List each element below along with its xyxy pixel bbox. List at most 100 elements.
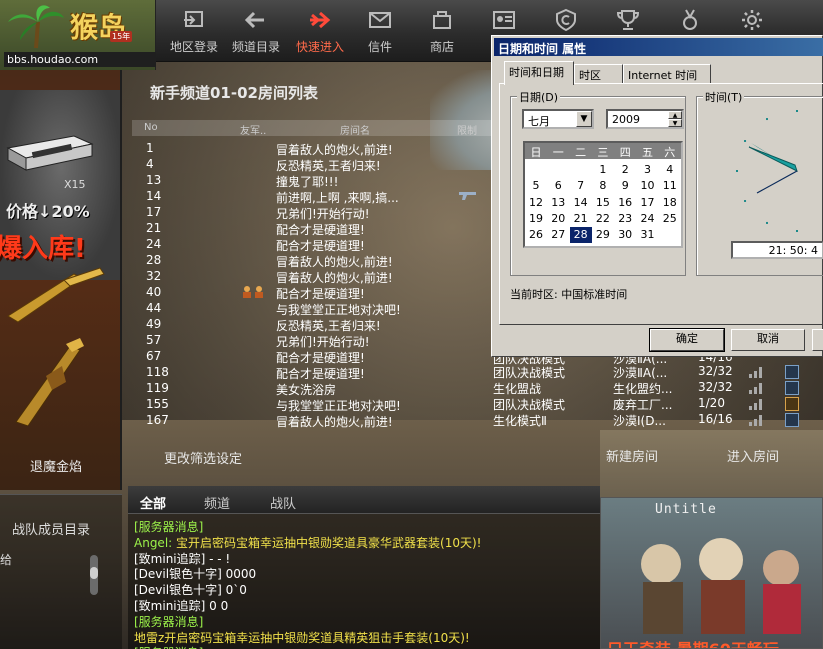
calendar-day[interactable]: 26 <box>525 227 547 243</box>
calendar-day[interactable]: 22 <box>592 211 614 227</box>
col-header-no[interactable]: No <box>144 122 158 133</box>
right-promo-banner[interactable]: Untitle 只王奇装 暑期60天畅玩 <box>600 497 823 649</box>
chat-speaker[interactable]: Angel: <box>134 536 172 550</box>
calendar-day[interactable]: 14 <box>570 195 592 211</box>
calendar-day[interactable]: 10 <box>637 178 659 194</box>
calendar-day[interactable]: 23 <box>614 211 636 227</box>
dialog-tab[interactable]: 时区 <box>574 64 623 84</box>
calendar-day[interactable]: 17 <box>637 195 659 211</box>
new-room-button[interactable]: 新建房间 <box>606 446 658 465</box>
weekday-label: 日 <box>530 146 542 159</box>
toolbar-login-button[interactable]: 地区登录 <box>164 6 224 56</box>
room-row[interactable]: 119 美女洗浴房 <box>132 380 500 397</box>
room-row[interactable]: 118 配合才是硬道理! <box>132 364 500 381</box>
year-spin-buttons[interactable]: ▲ ▼ <box>668 111 682 127</box>
spin-up-icon[interactable]: ▲ <box>668 111 682 119</box>
room-row[interactable]: 21 配合才是硬道理! <box>132 220 500 237</box>
team-scrollbar[interactable] <box>88 555 100 595</box>
calendar-day[interactable]: 3 <box>637 162 659 178</box>
calendar-day[interactable]: 8 <box>592 178 614 194</box>
spin-down-icon[interactable]: ▼ <box>668 119 682 127</box>
room-row[interactable]: 13 撞鬼了耶!!! <box>132 172 500 189</box>
toolbar-mail-button[interactable]: 信件 <box>350 6 410 56</box>
time-input[interactable]: 21: 50: 4 <box>731 241 823 259</box>
calendar-day[interactable]: 25 <box>659 211 681 227</box>
month-select[interactable]: 七月 ▼ <box>522 109 594 129</box>
toolbar-label: 快速进入 <box>295 40 344 54</box>
room-row[interactable]: 4 反恐精英,王者归来! <box>132 156 500 173</box>
room-row[interactable]: 40 配合才是硬道理! <box>132 284 500 301</box>
room-row[interactable]: 14 前进啊,上啊 ,来啊,搞... <box>132 188 500 205</box>
calendar-day[interactable]: 7 <box>570 178 592 194</box>
dialog-tab[interactable]: 时间和日期 <box>504 61 574 85</box>
clock-tick <box>766 118 768 121</box>
toolbar-shop-button[interactable]: 商店 <box>412 6 472 56</box>
room-row[interactable]: 57 兄弟们!开始行动! <box>132 332 500 349</box>
calendar-day[interactable]: 27 <box>547 227 569 243</box>
left-promo-panel[interactable]: X15 价格↓20% 爆入库! 退魔金焰 <box>0 70 122 490</box>
calendar-day[interactable]: 16 <box>614 195 636 211</box>
calendar-day[interactable]: 29 <box>592 227 614 243</box>
calendar-grid[interactable]: 日一二三四五六 1 2 3 4 5 6 7 8 9 10 11 12 13 14 15 16 17 18 19 20 2… <box>523 141 683 248</box>
calendar-day-selected[interactable]: 28 <box>569 227 592 244</box>
calendar-day[interactable]: 2 <box>614 162 636 178</box>
chat-log: [服务器消息] Angel: 宝开启密码宝箱幸运抽中银勋奖道具豪华武器套装(10天… <box>134 520 596 649</box>
room-row[interactable]: 155 与我堂堂正正地对决吧! <box>132 396 500 413</box>
calendar-day[interactable]: 20 <box>547 211 569 227</box>
col-header-name[interactable]: 房间名 <box>340 122 370 137</box>
ok-button[interactable]: 确定 <box>649 328 725 352</box>
clock-tick <box>796 230 798 232</box>
calendar-day[interactable]: 6 <box>547 178 569 194</box>
year-spinner[interactable]: 2009 ▲ ▼ <box>606 109 684 129</box>
calendar-day[interactable]: 31 <box>637 227 659 243</box>
calendar-day[interactable]: 1 <box>592 162 614 178</box>
calendar-day[interactable]: 13 <box>547 195 569 211</box>
calendar-day[interactable]: 5 <box>525 178 547 194</box>
col-header-friend[interactable]: 友军.. <box>240 122 266 137</box>
cancel-button[interactable]: 取消 <box>731 329 805 351</box>
toolbar-fast-forward-button[interactable]: 快速进入 <box>290 6 350 56</box>
calendar-day[interactable]: 19 <box>525 211 547 227</box>
calendar-day[interactable]: 9 <box>614 178 636 194</box>
calendar-day[interactable]: 12 <box>525 195 547 211</box>
chat-tab[interactable]: 全部 <box>140 493 166 512</box>
room-map: 沙漠Ⅰ(D... <box>613 414 666 428</box>
chat-line: Angel: 宝开启密码宝箱幸运抽中银勋奖道具豪华武器套装(10天)! <box>134 536 596 552</box>
calendar-weekday-header: 日一二三四五六 <box>525 143 681 159</box>
calendar-day[interactable]: 4 <box>659 162 681 178</box>
signal-strength-icon <box>749 383 762 394</box>
trophy-icon <box>616 10 640 30</box>
team-member-title[interactable]: 战队成员目录 <box>12 519 90 538</box>
room-row[interactable]: 28 冒着敌人的炮火,前进! <box>132 252 500 269</box>
toolbar-back-arrow-button[interactable]: 频道目录 <box>226 6 286 56</box>
shield-c-icon <box>556 8 576 32</box>
room-row[interactable]: 32 冒着敌人的炮火,前进! <box>132 268 500 285</box>
calendar-day[interactable]: 30 <box>614 227 636 243</box>
room-players: 1/20 <box>698 396 725 410</box>
room-row[interactable]: 17 兄弟们!开始行动! <box>132 204 500 221</box>
room-number: 17 <box>146 205 162 219</box>
enter-room-button[interactable]: 进入房间 <box>727 446 779 465</box>
dialog-title-bar[interactable]: 日期和时间 属性 <box>494 38 823 56</box>
calendar-day[interactable]: 18 <box>659 195 681 211</box>
room-row[interactable]: 67 配合才是硬道理! <box>132 348 500 365</box>
room-mode: 生化模式Ⅱ <box>493 414 547 428</box>
room-row[interactable]: 44 与我堂堂正正地对决吧! <box>132 300 500 317</box>
calendar-day[interactable]: 11 <box>659 178 681 194</box>
calendar-day[interactable]: 15 <box>592 195 614 211</box>
analog-clock <box>736 110 798 232</box>
apply-button-partial[interactable] <box>812 329 823 351</box>
calendar-day[interactable]: 21 <box>570 211 592 227</box>
room-row[interactable]: 49 反恐精英,王者归来! <box>132 316 500 333</box>
dialog-tab[interactable]: Internet 时间 <box>623 64 711 84</box>
room-row[interactable]: 1 冒着敌人的炮火,前进! <box>132 140 500 157</box>
col-header-limit[interactable]: 限制 <box>457 122 477 137</box>
chat-line: [Devil银色十字] 0`0 <box>134 583 596 599</box>
chat-tab[interactable]: 战队 <box>270 493 296 512</box>
room-row[interactable]: 167 冒着敌人的炮火,前进! <box>132 412 500 429</box>
calendar-day[interactable]: 24 <box>637 211 659 227</box>
chevron-down-icon[interactable]: ▼ <box>576 111 592 127</box>
room-number: 4 <box>146 157 154 171</box>
chat-tab[interactable]: 频道 <box>204 493 230 512</box>
room-row[interactable]: 24 配合才是硬道理! <box>132 236 500 253</box>
